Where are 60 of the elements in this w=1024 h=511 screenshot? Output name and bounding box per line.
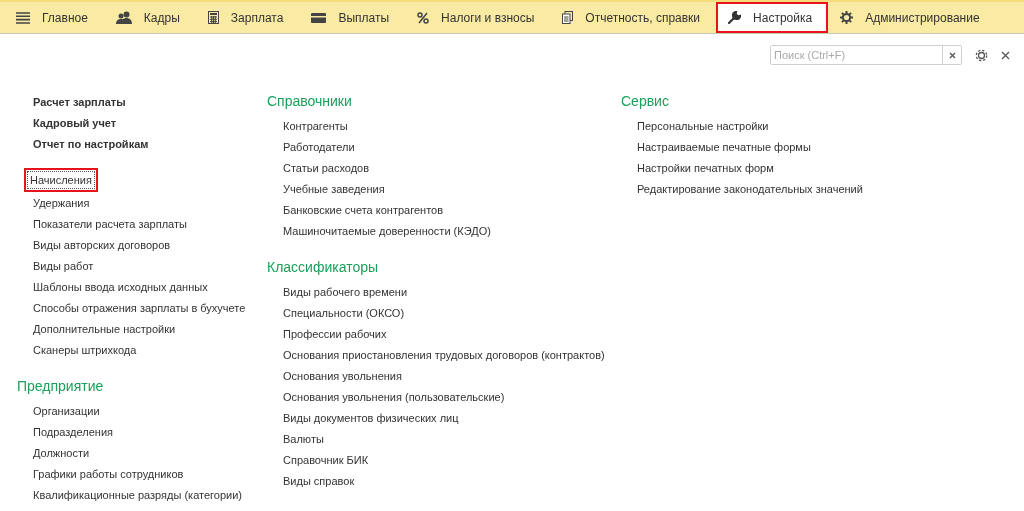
section-tab[interactable]: Отчетность, справки	[550, 2, 717, 33]
menu-link[interactable]: Подразделения	[31, 423, 115, 440]
menu-link[interactable]: Удержания	[31, 194, 92, 211]
section-tab[interactable]: Главное	[4, 2, 104, 33]
menu-link[interactable]: Основания увольнения (пользовательские)	[281, 388, 507, 405]
documents-icon	[562, 11, 574, 24]
menu-link[interactable]: Должности	[31, 444, 92, 461]
menu-link[interactable]: Редактирование законодательных значений	[635, 180, 865, 197]
close-icon[interactable]	[1001, 50, 1010, 60]
card-icon	[311, 12, 327, 23]
percent-icon	[417, 11, 430, 24]
section-tab[interactable]: Зарплата	[195, 2, 300, 33]
menu-link[interactable]: Виды работ	[31, 257, 96, 274]
menu-link[interactable]: Учебные заведения	[281, 180, 387, 197]
people-icon	[115, 11, 132, 24]
section-tab[interactable]: Выплаты	[299, 2, 406, 33]
menu-link[interactable]: Специальности (ОКСО)	[281, 304, 407, 321]
menu-link[interactable]: Расчет зарплаты	[31, 93, 128, 110]
settings-icon[interactable]	[974, 47, 989, 63]
menu-link[interactable]: Виды документов физических лиц	[281, 409, 461, 426]
menu-link[interactable]: Шаблоны ввода исходных данных	[31, 278, 210, 295]
section-heading: Сервис	[621, 92, 670, 111]
menu-link[interactable]: Дополнительные настройки	[31, 320, 178, 337]
menu-link[interactable]: Валюты	[281, 430, 326, 447]
menu-link[interactable]: Начисления	[24, 168, 98, 192]
menu-icon	[16, 11, 30, 24]
menu-link[interactable]: Банковские счета контрагентов	[281, 201, 445, 218]
menu-link[interactable]: Виды рабочего времени	[281, 283, 410, 300]
gear-icon	[840, 11, 854, 24]
menu-link[interactable]: Основания увольнения	[281, 367, 404, 384]
menu-link[interactable]: Настройки печатных форм	[635, 159, 776, 176]
menu-link[interactable]: Виды справок	[281, 472, 357, 489]
section-tab[interactable]: Налоги и взносы	[405, 2, 551, 33]
menu-link[interactable]: Основания приостановления трудовых договоров (контрактов)	[281, 346, 607, 363]
menu-link[interactable]: Организации	[31, 402, 102, 419]
section-tab[interactable]: Кадры	[103, 2, 196, 33]
section-heading: Классификаторы	[267, 258, 380, 277]
menu-link[interactable]: Работодатели	[281, 138, 357, 155]
menu-link[interactable]: Контрагенты	[281, 117, 350, 134]
wrench-icon	[728, 11, 742, 24]
calculator-icon	[207, 11, 219, 24]
menu-link[interactable]: Способы отражения зарплаты в бухучете	[31, 299, 248, 316]
section-heading: Предприятие	[17, 377, 105, 396]
menu-link[interactable]: Кадровый учет	[31, 114, 119, 131]
section-tab[interactable]: Настройка	[716, 2, 829, 33]
menu-link[interactable]: Профессии рабочих	[281, 325, 389, 342]
search-field[interactable]: Поиск (Ctrl+F)	[770, 45, 962, 65]
menu-link[interactable]: Квалификационные разряды (категории)	[31, 486, 245, 503]
menu-link[interactable]: Виды авторских договоров	[31, 236, 173, 253]
section-tab[interactable]: Администрирование	[828, 2, 996, 33]
menu-link[interactable]: Справочник БИК	[281, 451, 371, 468]
menu-link[interactable]: Персональные настройки	[635, 117, 771, 134]
section-heading: Справочники	[267, 92, 353, 111]
menu-link[interactable]: Графики работы сотрудников	[31, 465, 186, 482]
menu-link[interactable]: Показатели расчета зарплаты	[31, 215, 189, 232]
menu-link[interactable]: Отчет по настройкам	[31, 135, 151, 152]
menu-link[interactable]: Сканеры штрихкода	[31, 341, 139, 358]
menu-link[interactable]: Машиночитаемые доверенности (КЭДО)	[281, 222, 493, 239]
menu-link[interactable]: Статьи расходов	[281, 159, 372, 176]
menu-link[interactable]: Настраиваемые печатные формы	[635, 138, 813, 155]
